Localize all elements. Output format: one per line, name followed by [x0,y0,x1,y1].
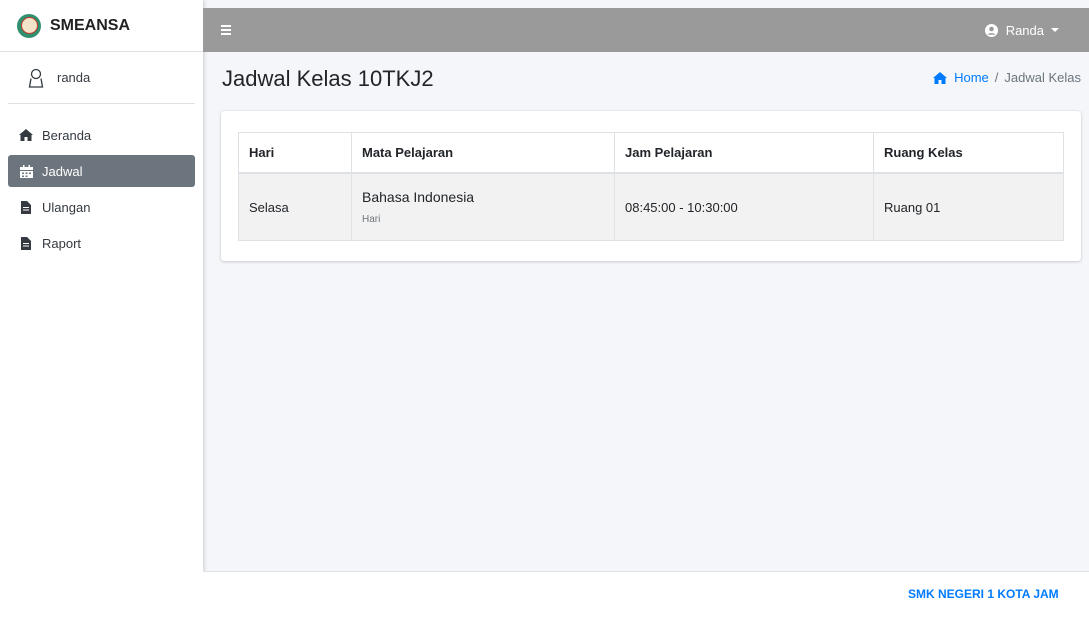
table-row: Selasa Bahasa Indonesia Hari 08:45:00 - … [238,172,1064,241]
breadcrumb-home-link[interactable]: Home [933,70,989,85]
sidebar-item-ulangan[interactable]: Ulangan [8,191,195,223]
user-circle-icon [984,23,998,37]
brand-name: SMEANSA [50,16,131,34]
home-icon [933,71,948,84]
breadcrumb: Home / Jadwal Kelas [933,70,1081,85]
sidebar-item-label: Raport [42,235,82,251]
column-header-jam-pelajaran: Jam Pelajaran [614,132,874,174]
cell-mata-pelajaran: Bahasa Indonesia Hari [351,172,615,241]
hamburger-icon[interactable] [221,25,231,35]
user-panel-name: randa [57,70,91,85]
user-menu-label: Randa [1005,22,1044,38]
column-header-mata-pelajaran: Mata Pelajaran [351,132,615,174]
file-icon [19,200,33,214]
chevron-down-icon [1051,28,1059,32]
sidebar: SMEANSA randa Beranda Jadwal Ulangan Rap… [0,0,203,618]
sidebar-item-beranda[interactable]: Beranda [8,119,195,151]
breadcrumb-current: Jadwal Kelas [1004,70,1081,85]
user-panel[interactable]: randa [8,52,195,104]
subject-subtext: Hari [362,214,381,225]
file-icon [19,236,33,250]
breadcrumb-separator: / [994,70,999,85]
calendar-icon [19,164,33,178]
user-menu-dropdown[interactable]: Randa [984,22,1059,38]
user-icon [27,68,45,88]
sidebar-item-label: Jadwal [42,163,83,179]
subject-name: Bahasa Indonesia [362,189,475,205]
page-title: Jadwal Kelas 10TKJ2 [222,66,434,91]
brand-link[interactable]: SMEANSA [0,0,203,52]
column-header-ruang-kelas: Ruang Kelas [873,132,1064,174]
breadcrumb-home-label: Home [954,70,989,85]
home-icon [19,129,33,141]
top-navbar: Randa [203,8,1089,52]
sidebar-nav: Beranda Jadwal Ulangan Raport [0,119,203,259]
footer-school-name: SMK NEGERI 1 KOTA JAM [908,587,1059,601]
sidebar-item-raport[interactable]: Raport [8,227,195,259]
column-header-hari: Hari [238,132,352,174]
cell-hari: Selasa [238,172,352,241]
sidebar-item-label: Ulangan [42,199,91,215]
table-header-row: Hari Mata Pelajaran Jam Pelajaran Ruang … [238,132,1064,174]
cell-jam-pelajaran: 08:45:00 - 10:30:00 [614,172,874,241]
sidebar-item-jadwal[interactable]: Jadwal [8,155,195,187]
footer: SMK NEGERI 1 KOTA JAM [203,571,1089,618]
schedule-card: Hari Mata Pelajaran Jam Pelajaran Ruang … [221,111,1081,261]
sidebar-item-label: Beranda [42,127,92,143]
school-logo [17,13,41,38]
cell-ruang-kelas: Ruang 01 [873,172,1064,241]
schedule-table: Hari Mata Pelajaran Jam Pelajaran Ruang … [238,132,1064,241]
